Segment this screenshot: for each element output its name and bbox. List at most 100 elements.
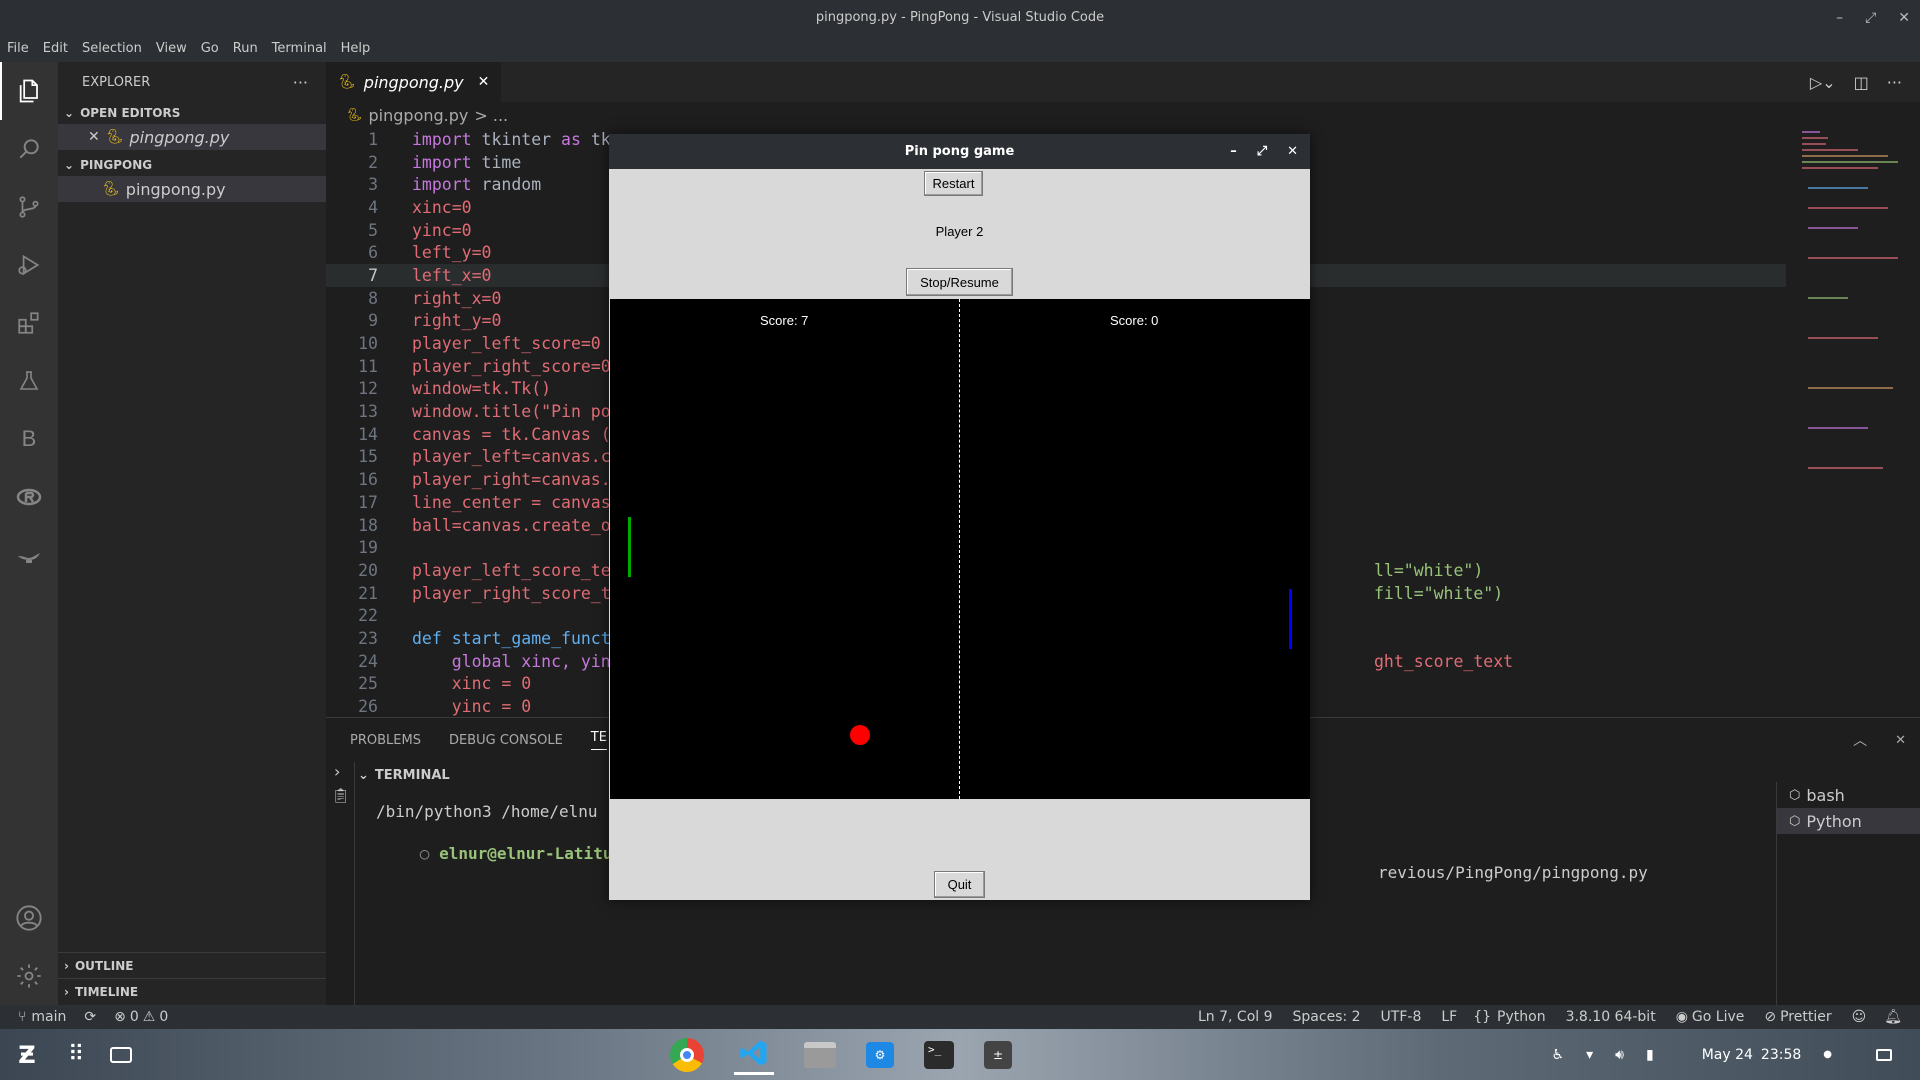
chrome-app-icon[interactable] [670, 1037, 704, 1072]
editor-tabs: 🐍︎ pingpong.py ✕ ▷⌄ ◫ ··· [326, 62, 1920, 102]
restart-button[interactable]: Restart [924, 171, 983, 196]
remote-explorer-icon[interactable] [0, 468, 58, 526]
stop-resume-button[interactable]: Stop/Resume [906, 268, 1013, 296]
terminal-icon: ⬡ [1789, 813, 1801, 829]
maximize-icon[interactable]: ⤢ [1257, 144, 1267, 159]
search-icon[interactable] [0, 120, 58, 178]
sync-icon[interactable]: ⟳ [66, 1009, 96, 1025]
close-icon[interactable]: ✕ [1898, 10, 1910, 26]
close-icon[interactable]: ✕ [478, 74, 490, 90]
quit-button[interactable]: Quit [934, 871, 985, 898]
terminal-section-label: TERMINAL [374, 767, 450, 783]
run-python-file-icon[interactable]: ▷⌄ [1810, 73, 1836, 92]
menu-terminal[interactable]: Terminal [265, 41, 334, 56]
cursor-position[interactable]: Ln 7, Col 9 [1198, 1009, 1293, 1025]
account-icon[interactable] [0, 889, 58, 947]
encoding[interactable]: UTF-8 [1381, 1009, 1442, 1025]
line-number: 9 [368, 311, 378, 331]
explorer-icon[interactable] [0, 62, 58, 120]
source-control-icon[interactable] [0, 178, 58, 236]
code-text: import time [412, 152, 522, 172]
folder-file-item[interactable]: 🐍︎ pingpong.py [58, 176, 326, 202]
menu-help[interactable]: Help [334, 41, 378, 56]
tab-problems[interactable]: PROBLEMS [350, 733, 421, 748]
line-number: 23 [358, 628, 378, 648]
branch-indicator[interactable]: ⑂ main [0, 1009, 66, 1025]
maximize-icon[interactable]: ⤢ [1865, 10, 1876, 26]
lamp-icon[interactable] [0, 526, 58, 584]
breadcrumb-file[interactable]: pingpong.py [369, 106, 469, 125]
settings-gear-icon[interactable] [0, 947, 58, 1005]
store-app-icon[interactable]: ⚙ [866, 1041, 894, 1068]
breadcrumb-symbol[interactable]: > ... [474, 106, 508, 125]
problems-indicator[interactable]: ⊗ 0 ⚠ 0 [96, 1009, 168, 1025]
accessibility-icon[interactable]: ♿︎ [1552, 1047, 1565, 1063]
game-canvas[interactable]: Score: 7 Score: 0 [610, 299, 1310, 799]
python-interpreter[interactable]: 3.8.10 64-bit [1566, 1009, 1676, 1025]
close-panel-icon[interactable]: ✕ [1895, 733, 1920, 748]
terminal-item-bash[interactable]: ⬡ bash [1777, 782, 1920, 808]
time: 23:58 [1760, 1046, 1802, 1063]
chevron-right-icon[interactable]: › [334, 762, 340, 781]
split-editor-icon[interactable]: ◫ [1854, 73, 1869, 92]
battery-icon[interactable]: ▮ [1646, 1047, 1654, 1063]
notifications-bell-icon[interactable]: 🔔︎ [1884, 1009, 1920, 1025]
vscode-app-icon[interactable] [734, 1035, 774, 1075]
language-mode[interactable]: {} Python [1473, 1009, 1565, 1025]
pingpong-folder-section[interactable]: ⌄ PINGPONG [58, 154, 326, 176]
code-text-fragment: ght_score_text [1374, 651, 1514, 671]
b-extension-icon[interactable]: B [0, 410, 58, 468]
code-text: line_center = canvas [412, 492, 611, 512]
close-icon[interactable]: ✕ [1287, 144, 1298, 159]
chevron-down-icon: ⌄ [64, 158, 75, 172]
calculator-app-icon[interactable]: ± [984, 1040, 1012, 1069]
testing-icon[interactable] [0, 352, 58, 410]
end-of-line[interactable]: LF [1441, 1009, 1473, 1025]
tab-debug-console[interactable]: DEBUG CONSOLE [449, 733, 563, 748]
wifi-icon[interactable]: ▾ [1586, 1047, 1593, 1063]
run-debug-icon[interactable] [0, 236, 58, 294]
show-desktop-icon[interactable] [1876, 1048, 1892, 1061]
tab-terminal[interactable]: TE [590, 730, 607, 750]
prettier-button[interactable]: ⊘ Prettier [1764, 1009, 1851, 1025]
menu-edit[interactable]: Edit [36, 41, 75, 56]
clipboard-icon[interactable]: 📋︎ [332, 788, 350, 804]
menu-run[interactable]: Run [226, 41, 265, 56]
tab-pingpong[interactable]: 🐍︎ pingpong.py ✕ [326, 62, 503, 102]
app-grid-icon[interactable]: ⠿ [68, 1042, 84, 1067]
more-actions-icon[interactable]: ··· [293, 73, 308, 92]
terminal-item-python[interactable]: ⬡ Python [1777, 808, 1920, 834]
minimize-icon[interactable]: – [1230, 144, 1237, 159]
clock[interactable]: May 24 23:58 [1702, 1047, 1802, 1063]
code-text: yinc=0 [412, 220, 472, 240]
broadcast-icon: ◉ [1675, 1009, 1688, 1025]
menu-file[interactable]: File [0, 41, 36, 56]
menu-go[interactable]: Go [194, 41, 226, 56]
open-editors-section[interactable]: ⌄ OPEN EDITORS [58, 102, 326, 124]
more-actions-icon[interactable]: ··· [1887, 73, 1902, 92]
go-live-button[interactable]: ◉ Go Live [1676, 1009, 1765, 1025]
open-editor-item[interactable]: ✕ 🐍︎ pingpong.py [58, 124, 326, 150]
line-number: 26 [358, 697, 378, 717]
terminal-app-icon[interactable]: >_ [924, 1040, 954, 1069]
os-logo-icon[interactable]: Ƶ [12, 1040, 42, 1070]
maximize-panel-icon[interactable]: ︿ [1853, 730, 1867, 750]
notification-dot-icon[interactable]: ● [1823, 1049, 1832, 1060]
extensions-icon[interactable] [0, 294, 58, 352]
code-text-fragment: ll="white") [1374, 560, 1484, 580]
close-icon[interactable]: ✕ [88, 129, 100, 145]
multitasking-icon[interactable] [110, 1046, 133, 1063]
minimap[interactable] [1798, 128, 1908, 508]
outline-section[interactable]: › OUTLINE [58, 952, 326, 978]
line-number: 6 [368, 243, 378, 263]
menu-selection[interactable]: Selection [75, 41, 149, 56]
language-label: Python [1497, 1009, 1546, 1025]
files-app-icon[interactable] [804, 1041, 836, 1068]
line-number: 8 [368, 288, 378, 308]
menu-view[interactable]: View [149, 41, 194, 56]
minimize-icon[interactable]: – [1836, 10, 1843, 26]
feedback-icon[interactable]: ☺ [1852, 1009, 1885, 1025]
indentation[interactable]: Spaces: 2 [1293, 1009, 1381, 1025]
timeline-section[interactable]: › TIMELINE [58, 978, 326, 1004]
volume-icon[interactable]: 🔊︎ [1615, 1047, 1624, 1063]
